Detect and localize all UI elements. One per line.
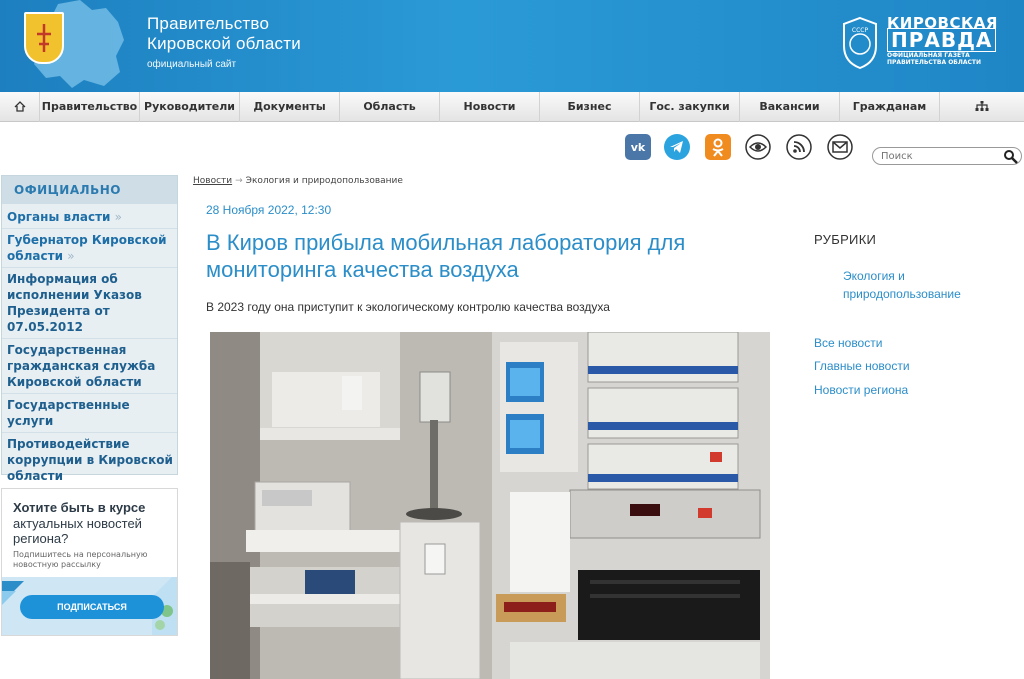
breadcrumb-current: Экология и природопользование (245, 176, 403, 186)
sidebar-item-civil-service[interactable]: Государственная гражданская служба Киров… (2, 339, 177, 394)
sidebar-item-authorities[interactable]: Органы власти » (2, 204, 177, 229)
sidebar-item-label: Губернатор Кировской области (7, 233, 167, 263)
nav-item-procurement[interactable]: Гос. закупки (640, 91, 740, 122)
sidebar-heading: ОФИЦИАЛЬНО (2, 176, 177, 204)
promo-heading: Хотите быть в курсе (13, 500, 146, 515)
sidebar-item-governor[interactable]: Губернатор Кировской области » (2, 229, 177, 268)
subscribe-banner[interactable]: Хотите быть в курсе актуальных новостей … (1, 488, 178, 636)
nav-item-citizens[interactable]: Гражданам (840, 91, 940, 122)
nav-item-region[interactable]: Область (340, 91, 440, 122)
sidebar-item-anticorruption[interactable]: Противодействие коррупции в Кировской об… (2, 433, 177, 487)
breadcrumb-news-link[interactable]: Новости (193, 176, 232, 186)
nav-item-vacancies[interactable]: Вакансии (740, 91, 840, 122)
vk-icon-label: vk (631, 141, 646, 154)
rss-icon[interactable] (786, 134, 812, 160)
coat-of-arms-icon[interactable] (24, 12, 64, 64)
nav-item-business[interactable]: Бизнес (540, 91, 640, 122)
search-box (872, 147, 1022, 165)
accessibility-eye-icon[interactable] (745, 134, 771, 160)
main-nav: Правительство Руководители Документы Обл… (0, 91, 1024, 122)
site-header: Правительство Кировской области официаль… (0, 0, 1024, 92)
regional-news-link[interactable]: Новости региона (814, 383, 908, 397)
promo-heading-2: актуальных новостей региона? (13, 516, 142, 546)
article-lead: В 2023 году она приступит к экологическо… (206, 300, 610, 314)
rubrics-heading: РУБРИКИ (814, 232, 877, 247)
chevron-right-icon: » (114, 210, 122, 224)
partner-caption: ОФИЦИАЛЬНАЯ ГАЗЕТА ПРАВИТЕЛЬСТВА ОБЛАСТИ (887, 52, 982, 66)
seal-icon: СССР (843, 16, 877, 70)
article-title: В Киров прибыла мобильная лаборатория дл… (206, 230, 686, 282)
telegram-icon[interactable] (664, 134, 690, 160)
search-icon[interactable] (1003, 149, 1019, 165)
partner-name-line2: ПРАВДА (887, 28, 997, 52)
chevron-right-icon: » (67, 249, 75, 263)
mail-icon[interactable] (827, 134, 853, 160)
sidebar-item-label: Государственная гражданская служба Киров… (7, 343, 156, 389)
rubric-ecology-link[interactable]: Экология и природопользование (843, 267, 993, 303)
sidebar-item-public-services[interactable]: Государственные услуги (2, 394, 177, 433)
nav-item-documents[interactable]: Документы (240, 91, 340, 122)
promo-subtext: Подпишитесь на персональную новостную ра… (13, 550, 148, 569)
seal-text: СССР (852, 27, 869, 34)
odnoklassniki-icon[interactable] (705, 134, 731, 160)
main-news-link[interactable]: Главные новости (814, 359, 910, 373)
site-subtitle: официальный сайт (147, 59, 237, 70)
breadcrumb: Новости → Экология и природопользование (193, 176, 403, 186)
breadcrumb-separator: → (235, 176, 243, 186)
sidebar-item-label: Противодействие коррупции в Кировской об… (7, 437, 173, 483)
sidebar-official: ОФИЦИАЛЬНО Органы власти » Губернатор Ки… (1, 175, 178, 483)
sidebar-item-label: Информация об исполнении Указов Президен… (7, 272, 142, 334)
home-icon[interactable] (0, 91, 40, 122)
search-input[interactable] (881, 150, 1001, 163)
kirovskaya-pravda-logo[interactable]: СССР КИРОВСКАЯ ПРАВДА ОФИЦИАЛЬНАЯ ГАЗЕТА… (840, 14, 1010, 72)
nav-item-news[interactable]: Новости (440, 91, 540, 122)
nav-item-leaders[interactable]: Руководители (140, 91, 240, 122)
article-date: 28 Ноября 2022, 12:30 (206, 203, 332, 217)
sitemap-icon[interactable] (940, 92, 1024, 122)
vk-icon[interactable]: vk (625, 134, 651, 160)
article-photo[interactable] (210, 332, 770, 679)
site-title-line2: Кировской области (147, 34, 301, 53)
site-title[interactable]: Правительство Кировской области официаль… (147, 14, 301, 70)
sidebar-item-label: Государственные услуги (7, 398, 130, 428)
site-title-line1: Правительство (147, 14, 270, 33)
all-news-link[interactable]: Все новости (814, 336, 882, 350)
subscribe-button[interactable]: ПОДПИСАТЬСЯ (20, 595, 164, 619)
sidebar-item-label: Органы власти (7, 210, 111, 224)
nav-item-government[interactable]: Правительство (40, 91, 140, 122)
sidebar-item-decrees[interactable]: Информация об исполнении Указов Президен… (2, 268, 177, 339)
